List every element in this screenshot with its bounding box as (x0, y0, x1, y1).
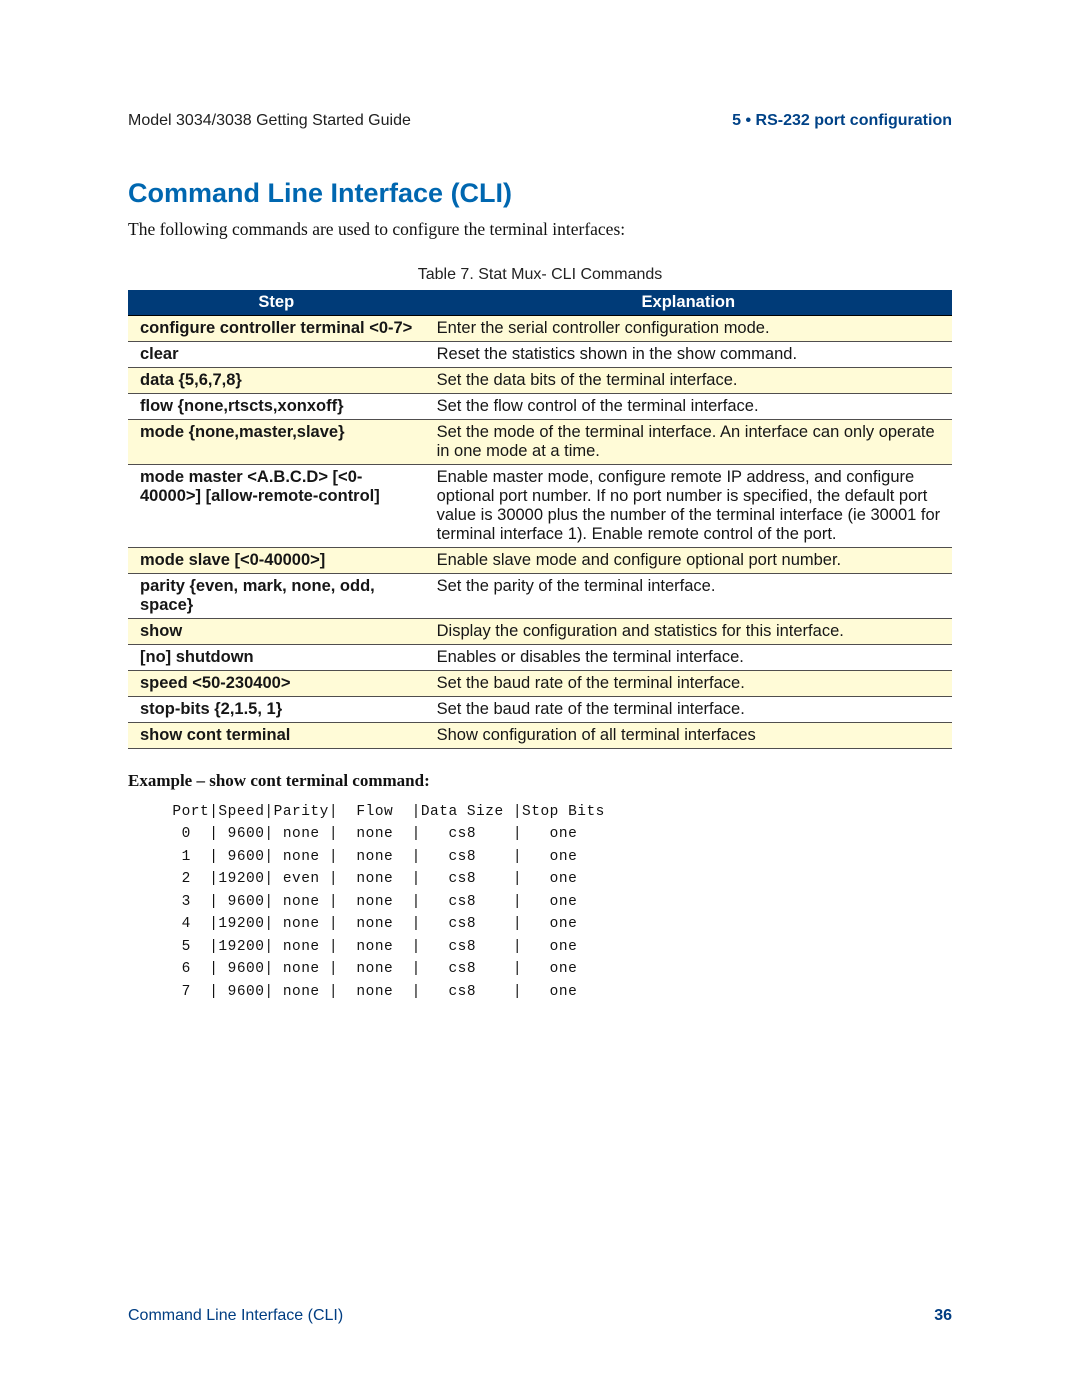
terminal-output: Port|Speed|Parity| Flow |Data Size |Stop… (154, 801, 952, 1003)
table-header-row: Step Explanation (128, 290, 952, 316)
table-row: mode master <A.B.C.D> [<0-40000>] [allow… (128, 465, 952, 548)
header-left: Model 3034/3038 Getting Started Guide (128, 112, 411, 130)
cell-explanation: Set the mode of the terminal interface. … (425, 420, 952, 465)
table-row: speed <50-230400>Set the baud rate of th… (128, 671, 952, 697)
cell-step: speed <50-230400> (128, 671, 425, 697)
table-row: mode {none,master,slave}Set the mode of … (128, 420, 952, 465)
cell-explanation: Reset the statistics shown in the show c… (425, 342, 952, 368)
cell-step: stop-bits {2,1.5, 1} (128, 697, 425, 723)
page-header: Model 3034/3038 Getting Started Guide 5 … (128, 112, 952, 130)
cell-explanation: Enable master mode, configure remote IP … (425, 465, 952, 548)
table-row: stop-bits {2,1.5, 1}Set the baud rate of… (128, 697, 952, 723)
cell-step: [no] shutdown (128, 645, 425, 671)
table-row: clearReset the statistics shown in the s… (128, 342, 952, 368)
table-row: showDisplay the configuration and statis… (128, 619, 952, 645)
cell-explanation: Enables or disables the terminal interfa… (425, 645, 952, 671)
cell-explanation: Enable slave mode and configure optional… (425, 548, 952, 574)
col-step-header: Step (128, 290, 425, 316)
cell-explanation: Show configuration of all terminal inter… (425, 723, 952, 749)
cell-step: mode {none,master,slave} (128, 420, 425, 465)
header-right: 5 • RS-232 port configuration (732, 112, 952, 130)
page: Model 3034/3038 Getting Started Guide 5 … (0, 0, 1080, 1003)
footer-left: Command Line Interface (CLI) (128, 1307, 343, 1325)
intro-text: The following commands are used to confi… (128, 219, 952, 240)
page-footer: Command Line Interface (CLI) 36 (128, 1307, 952, 1325)
example-title: Example – show cont terminal command: (128, 771, 952, 791)
cell-step: flow {none,rtscts,xonxoff} (128, 394, 425, 420)
cell-step: data {5,6,7,8} (128, 368, 425, 394)
cell-explanation: Set the parity of the terminal interface… (425, 574, 952, 619)
cell-explanation: Enter the serial controller configuratio… (425, 316, 952, 342)
table-row: mode slave [<0-40000>]Enable slave mode … (128, 548, 952, 574)
footer-right: 36 (934, 1307, 952, 1325)
cell-step: show (128, 619, 425, 645)
col-explanation-header: Explanation (425, 290, 952, 316)
table-row: configure controller terminal <0-7>Enter… (128, 316, 952, 342)
table-row: data {5,6,7,8}Set the data bits of the t… (128, 368, 952, 394)
table-row: parity {even, mark, none, odd, space}Set… (128, 574, 952, 619)
cell-explanation: Set the baud rate of the terminal interf… (425, 671, 952, 697)
cell-step: clear (128, 342, 425, 368)
page-title: Command Line Interface (CLI) (128, 178, 952, 209)
cell-step: parity {even, mark, none, odd, space} (128, 574, 425, 619)
cell-step: configure controller terminal <0-7> (128, 316, 425, 342)
cell-explanation: Set the baud rate of the terminal interf… (425, 697, 952, 723)
table-row: flow {none,rtscts,xonxoff}Set the flow c… (128, 394, 952, 420)
cell-step: mode slave [<0-40000>] (128, 548, 425, 574)
table-caption: Table 7. Stat Mux- CLI Commands (128, 266, 952, 284)
commands-table: Step Explanation configure controller te… (128, 290, 952, 749)
table-row: show cont terminalShow configuration of … (128, 723, 952, 749)
cell-step: mode master <A.B.C.D> [<0-40000>] [allow… (128, 465, 425, 548)
cell-explanation: Set the flow control of the terminal int… (425, 394, 952, 420)
cell-explanation: Display the configuration and statistics… (425, 619, 952, 645)
table-row: [no] shutdownEnables or disables the ter… (128, 645, 952, 671)
cell-step: show cont terminal (128, 723, 425, 749)
cell-explanation: Set the data bits of the terminal interf… (425, 368, 952, 394)
